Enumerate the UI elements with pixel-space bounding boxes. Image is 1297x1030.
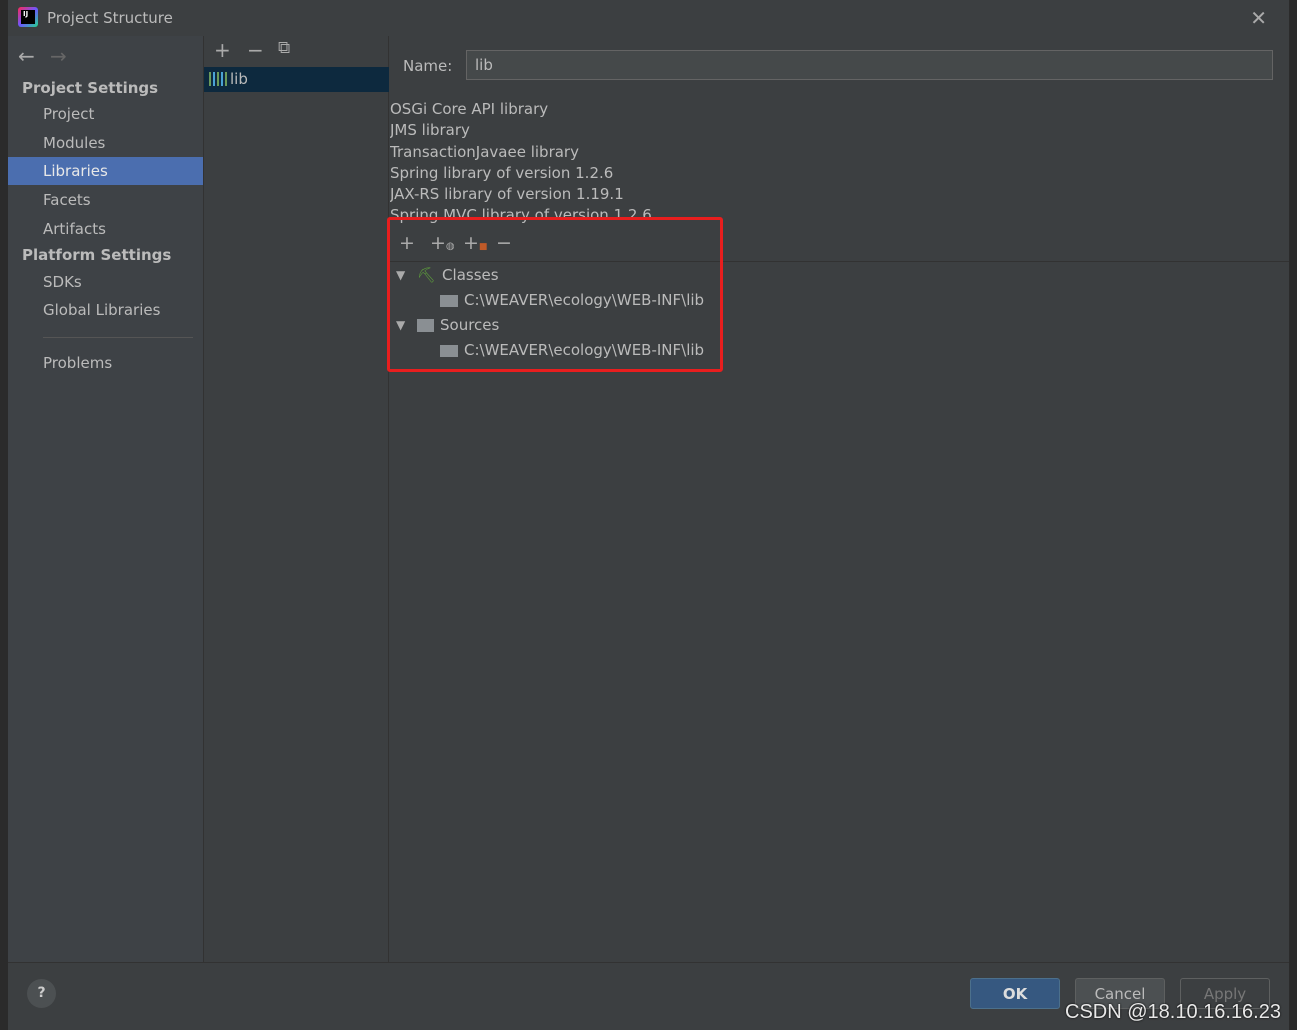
tree-node-classes[interactable]: ▼ ⛏ Classes	[390, 263, 720, 288]
roots-toolbar: + +◍ +■ −	[390, 226, 1289, 262]
add-icon[interactable]: +	[214, 38, 231, 62]
library-kind: TransactionJavaee library	[390, 142, 579, 161]
expand-triangle-icon[interactable]: ▼	[396, 263, 405, 288]
library-icon	[209, 72, 227, 86]
sidebar-item-modules[interactable]: Modules	[8, 129, 203, 157]
sources-label: Sources	[440, 316, 500, 334]
add-url-icon[interactable]: +◍	[430, 232, 455, 254]
library-kind: JMS library	[390, 121, 470, 140]
tree-node-classes-path[interactable]: C:\WEAVER\ecology\WEB-INF\lib	[440, 288, 704, 313]
classes-label: Classes	[442, 266, 499, 284]
sidebar-item-facets[interactable]: Facets	[8, 186, 203, 214]
source-folder-icon	[417, 319, 434, 332]
sidebar-item-sdks[interactable]: SDKs	[8, 268, 203, 296]
project-settings-heading: Project Settings	[22, 79, 159, 97]
library-kind: OSGi Core API library	[390, 100, 549, 118]
sidebar-item-global-libraries[interactable]: Global Libraries	[8, 296, 203, 324]
title-bar: IJ Project Structure ✕	[8, 0, 1289, 36]
add-folder-icon[interactable]: +■	[463, 232, 487, 254]
help-button[interactable]: ?	[27, 979, 56, 1008]
remove-icon[interactable]: −	[496, 232, 512, 254]
window-title: Project Structure	[47, 9, 173, 27]
watermark: CSDN @18.10.16.16.23	[1065, 1001, 1281, 1023]
forward-arrow-icon[interactable]: →	[50, 44, 67, 68]
library-item-lib[interactable]: lib	[204, 67, 389, 92]
tree-node-sources[interactable]: ▼ Sources	[390, 313, 720, 338]
library-detail-panel: Name: OSGi Core API library JMS library …	[390, 36, 1289, 962]
library-label: lib	[230, 70, 248, 88]
add-icon[interactable]: +	[399, 232, 415, 254]
divider	[43, 337, 193, 338]
sidebar: ← → Project Settings Project Modules Lib…	[8, 36, 203, 962]
sidebar-item-project[interactable]: Project	[8, 100, 203, 128]
library-kinds: OSGi Core API library JMS library Transa…	[390, 99, 652, 225]
libraries-list-panel: + − ⧉ lib	[203, 36, 389, 962]
library-kind: Spring library of version 1.2.6	[390, 163, 614, 182]
folder-jar-icon	[440, 344, 458, 357]
back-arrow-icon[interactable]: ←	[18, 44, 35, 68]
sidebar-item-problems[interactable]: Problems	[8, 349, 203, 377]
name-input[interactable]	[466, 50, 1273, 80]
tree-node-sources-path[interactable]: C:\WEAVER\ecology\WEB-INF\lib	[440, 338, 704, 363]
sidebar-item-libraries[interactable]: Libraries	[8, 157, 203, 185]
remove-icon[interactable]: −	[247, 38, 264, 62]
library-kind: JAX-RS library of version 1.19.1	[390, 185, 624, 204]
classes-path: C:\WEAVER\ecology\WEB-INF\lib	[464, 291, 705, 309]
copy-icon[interactable]: ⧉	[278, 38, 290, 58]
folder-jar-icon	[440, 294, 458, 307]
close-icon[interactable]: ✕	[1250, 6, 1267, 30]
project-structure-dialog: IJ Project Structure ✕ ← → Project Setti…	[8, 0, 1289, 1030]
intellij-logo-icon: IJ	[18, 7, 38, 27]
platform-settings-heading: Platform Settings	[22, 246, 172, 264]
hammer-icon: ⛏	[417, 266, 437, 284]
ok-button[interactable]: OK	[970, 978, 1060, 1009]
expand-triangle-icon[interactable]: ▼	[396, 313, 405, 338]
sources-path: C:\WEAVER\ecology\WEB-INF\lib	[464, 341, 705, 359]
name-label: Name:	[403, 57, 453, 75]
sidebar-item-artifacts[interactable]: Artifacts	[8, 215, 203, 243]
library-kind: Spring MVC library of version 1.2.6	[390, 206, 652, 225]
